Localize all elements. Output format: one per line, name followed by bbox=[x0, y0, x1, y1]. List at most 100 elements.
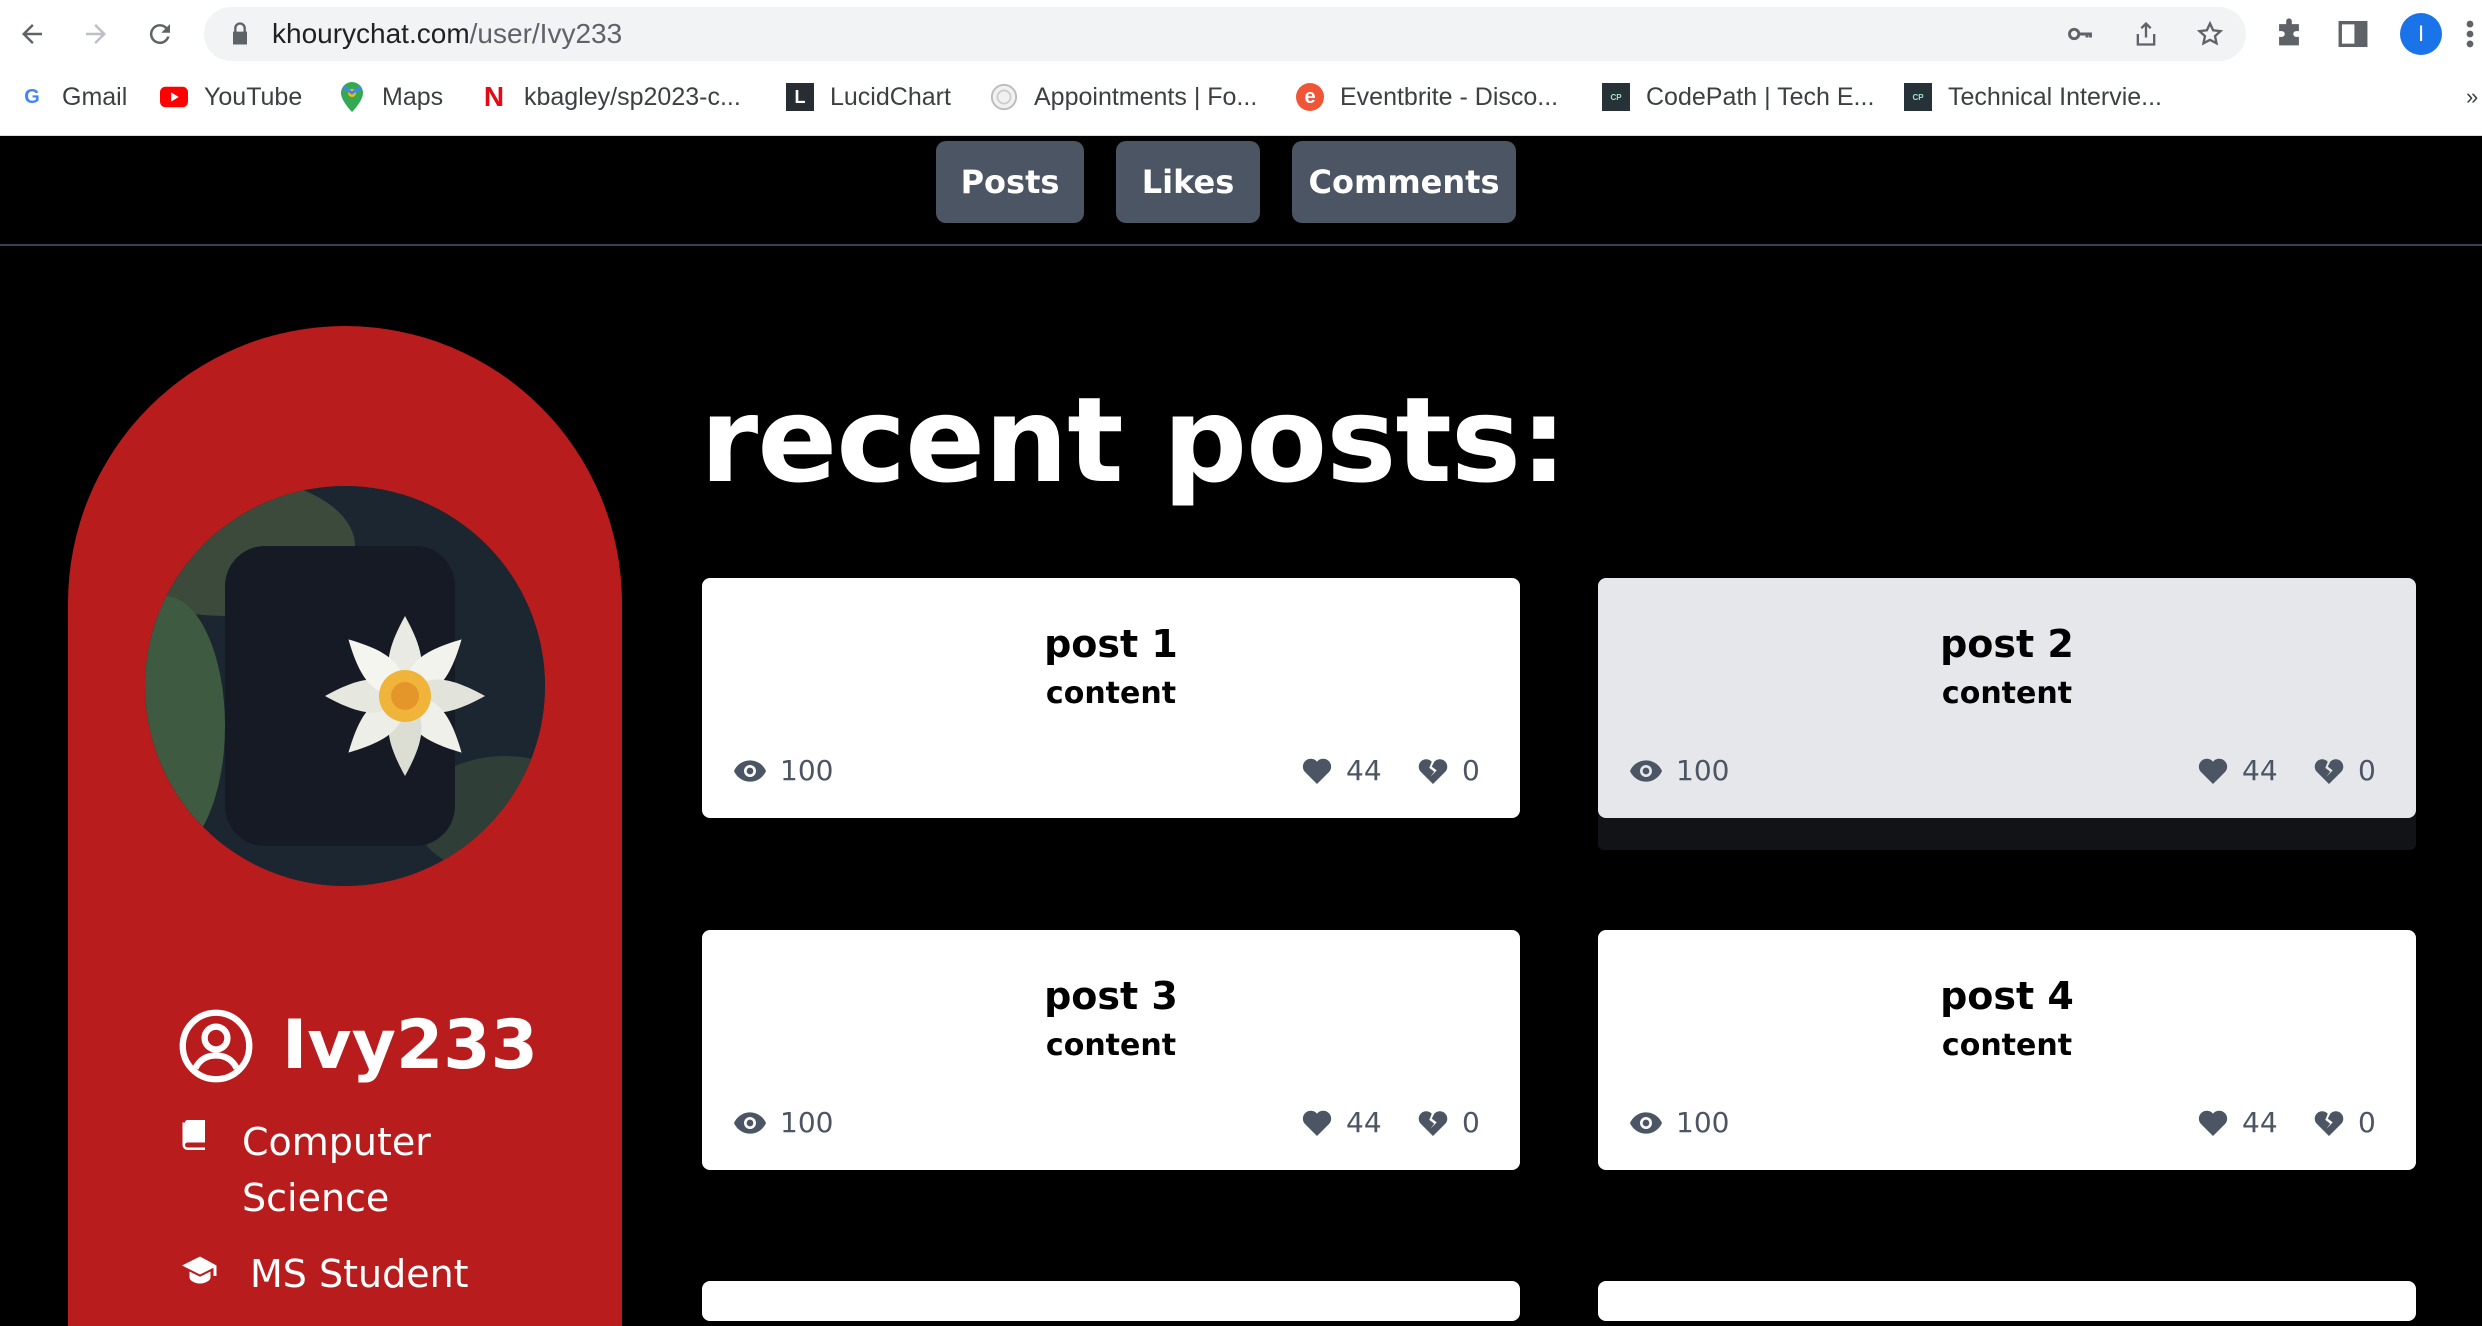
post-title[interactable]: post 1 bbox=[702, 622, 1520, 666]
bookmark-label: kbagley/sp2023-c... bbox=[524, 82, 741, 111]
broken-heart-icon bbox=[1418, 1110, 1448, 1136]
major-line-2: Science bbox=[242, 1176, 390, 1220]
heart-icon bbox=[1302, 758, 1332, 784]
post-card-partial[interactable] bbox=[702, 1281, 1520, 1321]
star-icon[interactable] bbox=[2196, 20, 2224, 48]
post-card[interactable]: post 4 content 100 44 0 bbox=[1598, 930, 2416, 1170]
bookmark-label: YouTube bbox=[204, 82, 303, 111]
heart-icon bbox=[2198, 758, 2228, 784]
post-content: content bbox=[1941, 676, 2073, 711]
views-count: 100 bbox=[1676, 1106, 1730, 1139]
seal-icon bbox=[990, 83, 1018, 111]
extensions-puzzle-icon[interactable] bbox=[2272, 17, 2306, 51]
views-stat: 100 bbox=[734, 754, 833, 787]
site-nav: Posts Likes Comments bbox=[0, 136, 2482, 246]
bookmark-appointments[interactable]: Appointments | Fo... bbox=[990, 68, 1257, 126]
eye-icon bbox=[1630, 1111, 1662, 1134]
likes-count: 44 bbox=[1346, 754, 1382, 787]
eye-icon bbox=[734, 759, 766, 782]
tab-posts[interactable]: Posts bbox=[936, 141, 1084, 223]
eye-icon bbox=[734, 1111, 766, 1134]
username-row: Ivy233 bbox=[178, 1006, 538, 1085]
profile-avatar-button[interactable]: I bbox=[2400, 13, 2442, 55]
views-stat: 100 bbox=[734, 1106, 833, 1139]
dislike-button[interactable]: 0 bbox=[2314, 754, 2376, 787]
post-card-partial[interactable] bbox=[1598, 1281, 2416, 1321]
views-count: 100 bbox=[780, 754, 834, 787]
bookmark-label: Gmail bbox=[62, 82, 128, 111]
views-stat: 100 bbox=[1630, 754, 1729, 787]
dislikes-count: 0 bbox=[1462, 754, 1480, 787]
major-line-1: Computer bbox=[242, 1120, 431, 1164]
post-content: content bbox=[1045, 1028, 1177, 1063]
bookmark-eventbrite[interactable]: e Eventbrite - Disco... bbox=[1296, 68, 1558, 126]
lucidchart-icon: L bbox=[786, 83, 814, 111]
url-text: khourychat.com/user/Ivy233 bbox=[272, 7, 622, 61]
browser-toolbar: khourychat.com/user/Ivy233 I bbox=[0, 0, 2482, 68]
bookmarks-bar: G Gmail YouTube Maps Nkbagley/sp2023-c...… bbox=[0, 68, 2482, 136]
bookmark-label: Technical Intervie... bbox=[1948, 82, 2162, 111]
maps-icon bbox=[338, 82, 366, 112]
share-icon[interactable] bbox=[2132, 20, 2160, 48]
url-path: /user/Ivy233 bbox=[469, 18, 623, 49]
bookmark-kbagley[interactable]: Nkbagley/sp2023-c... bbox=[480, 68, 741, 126]
youtube-icon bbox=[160, 83, 188, 111]
post-title[interactable]: post 2 bbox=[1598, 622, 2416, 666]
address-bar[interactable]: khourychat.com/user/Ivy233 bbox=[204, 7, 2246, 61]
lock-icon bbox=[233, 22, 247, 45]
google-icon: G bbox=[24, 85, 40, 108]
side-panel-icon[interactable] bbox=[2336, 17, 2370, 51]
likes-count: 44 bbox=[2242, 754, 2278, 787]
post-title[interactable]: post 4 bbox=[1598, 974, 2416, 1018]
heart-icon bbox=[2198, 1110, 2228, 1136]
bookmark-label: Eventbrite - Disco... bbox=[1340, 82, 1559, 111]
back-button[interactable] bbox=[12, 14, 52, 54]
dislike-button[interactable]: 0 bbox=[2314, 1106, 2376, 1139]
broken-heart-icon bbox=[1418, 758, 1448, 784]
bookmark-technical-interview[interactable]: CP Technical Intervie... bbox=[1904, 68, 2162, 126]
url-domain: khourychat.com bbox=[272, 18, 470, 49]
reload-button[interactable] bbox=[140, 14, 180, 54]
degree: MS Student bbox=[250, 1252, 469, 1296]
codepath-icon: CP bbox=[1602, 83, 1630, 111]
post-card[interactable]: post 2 content 100 44 0 bbox=[1598, 578, 2416, 818]
bookmark-label: LucidChart bbox=[830, 82, 951, 111]
water-lily-image bbox=[145, 486, 545, 886]
like-button[interactable]: 44 bbox=[1302, 754, 1382, 787]
post-title[interactable]: post 3 bbox=[702, 974, 1520, 1018]
dislike-button[interactable]: 0 bbox=[1418, 754, 1480, 787]
key-icon[interactable] bbox=[2066, 20, 2094, 48]
post-card[interactable]: post 1 content 100 44 0 bbox=[702, 578, 1520, 818]
like-button[interactable]: 44 bbox=[2198, 1106, 2278, 1139]
reload-icon bbox=[149, 24, 170, 45]
username: Ivy233 bbox=[282, 1006, 538, 1085]
tab-comments[interactable]: Comments bbox=[1292, 141, 1516, 223]
recent-posts-heading: recent posts: bbox=[700, 371, 1567, 509]
codepath-icon: CP bbox=[1904, 83, 1932, 111]
bookmarks-overflow-button[interactable]: » bbox=[2466, 68, 2478, 126]
post-content: content bbox=[1045, 676, 1177, 711]
dislike-button[interactable]: 0 bbox=[1418, 1106, 1480, 1139]
bookmark-label: CodePath | Tech E... bbox=[1646, 82, 1875, 111]
forward-button[interactable] bbox=[76, 14, 116, 54]
eye-icon bbox=[1630, 759, 1662, 782]
bookmark-youtube[interactable]: YouTube bbox=[160, 68, 302, 126]
menu-kebab-icon[interactable] bbox=[2460, 17, 2480, 51]
like-button[interactable]: 44 bbox=[1302, 1106, 1382, 1139]
views-count: 100 bbox=[780, 1106, 834, 1139]
bookmark-label: Appointments | Fo... bbox=[1034, 82, 1258, 111]
bookmark-gmail[interactable]: G Gmail bbox=[18, 68, 127, 126]
bookmark-lucidchart[interactable]: L LucidChart bbox=[786, 68, 951, 126]
post-card[interactable]: post 3 content 100 44 0 bbox=[702, 930, 1520, 1170]
bookmark-codepath[interactable]: CP CodePath | Tech E... bbox=[1602, 68, 1874, 126]
dislikes-count: 0 bbox=[2358, 754, 2376, 787]
book-icon bbox=[182, 1120, 205, 1150]
bookmark-label: Maps bbox=[382, 82, 444, 111]
views-count: 100 bbox=[1676, 754, 1730, 787]
broken-heart-icon bbox=[2314, 758, 2344, 784]
tab-likes[interactable]: Likes bbox=[1116, 141, 1260, 223]
bookmark-maps[interactable]: Maps bbox=[338, 68, 443, 126]
dislikes-count: 0 bbox=[2358, 1106, 2376, 1139]
like-button[interactable]: 44 bbox=[2198, 754, 2278, 787]
heart-icon bbox=[1302, 1110, 1332, 1136]
